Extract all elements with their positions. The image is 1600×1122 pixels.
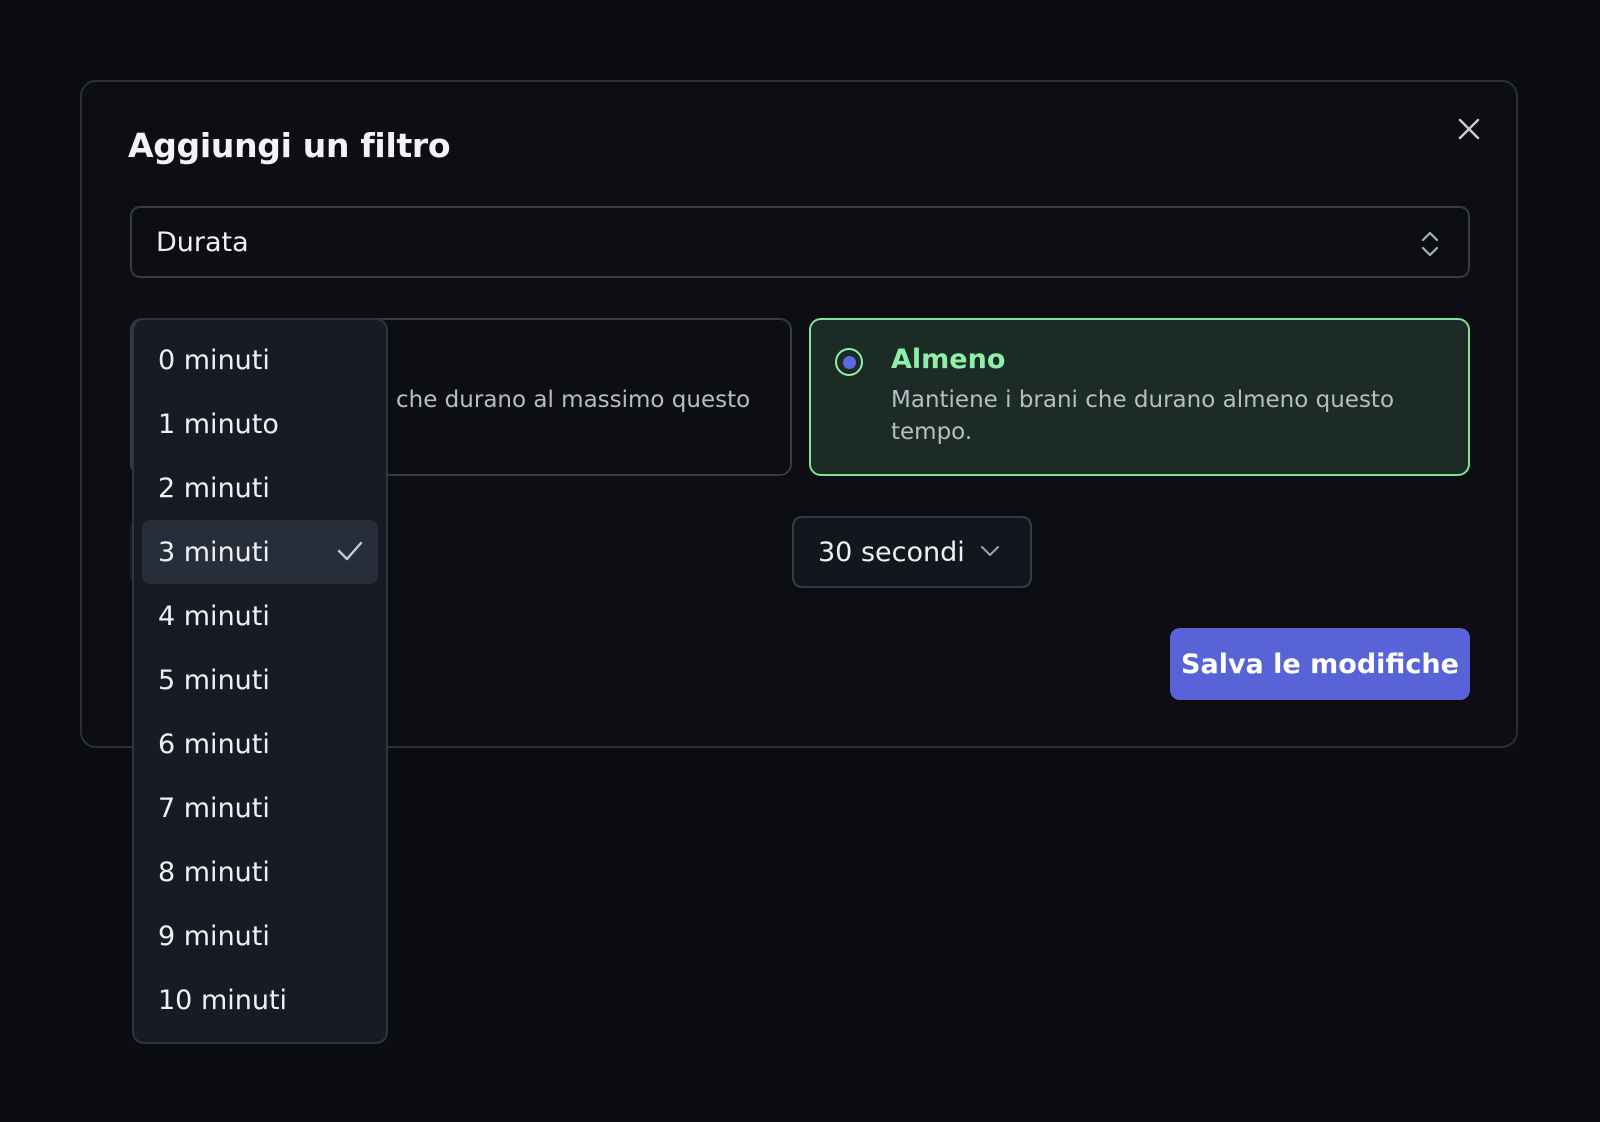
chevron-down-icon: [981, 546, 999, 556]
option-card-at-least[interactable]: Almeno Mantiene i brani che durano almen…: [809, 318, 1470, 476]
minutes-dropdown: 0 minuti 1 minuto 2 minuti 3 minuti 4 mi…: [132, 318, 388, 1044]
dropdown-option[interactable]: 10 minuti: [142, 968, 378, 1032]
dropdown-option[interactable]: 5 minuti: [142, 648, 378, 712]
modal-title: Aggiungi un filtro: [128, 126, 451, 165]
option-text: 10 minuti: [158, 984, 288, 1016]
option-description: Mantiene i brani che durano almeno quest…: [891, 387, 1395, 445]
dropdown-option[interactable]: 0 minuti: [142, 328, 378, 392]
dropdown-option-selected[interactable]: 3 minuti: [142, 520, 378, 584]
seconds-value: 30 secondi: [818, 536, 965, 568]
chevron-up-down-icon: [1421, 231, 1439, 257]
option-text: 5 minuti: [158, 664, 270, 696]
radio-selected-icon[interactable]: [835, 348, 863, 376]
option-text: 4 minuti: [158, 600, 270, 632]
option-text: 6 minuti: [158, 728, 270, 760]
seconds-select[interactable]: 30 secondi: [792, 516, 1032, 588]
close-icon: [1458, 118, 1480, 140]
save-button[interactable]: Salva le modifiche: [1170, 628, 1470, 700]
option-description: che durano al massimo questo: [396, 387, 751, 413]
option-text: 8 minuti: [158, 856, 270, 888]
dropdown-option[interactable]: 9 minuti: [142, 904, 378, 968]
option-text: 2 minuti: [158, 472, 270, 504]
dropdown-option[interactable]: 8 minuti: [142, 840, 378, 904]
filter-type-value: Durata: [156, 226, 249, 258]
option-text: 3 minuti: [158, 536, 270, 568]
dropdown-option[interactable]: 2 minuti: [142, 456, 378, 520]
dropdown-option[interactable]: 4 minuti: [142, 584, 378, 648]
option-text: 1 minuto: [158, 408, 279, 440]
close-button[interactable]: [1454, 114, 1484, 144]
check-icon: [337, 541, 363, 561]
dropdown-option[interactable]: 1 minuto: [142, 392, 378, 456]
option-text: 9 minuti: [158, 920, 270, 952]
option-text: 7 minuti: [158, 792, 270, 824]
option-text: 0 minuti: [158, 344, 270, 376]
option-label: Almeno: [891, 344, 1006, 375]
dropdown-option[interactable]: 6 minuti: [142, 712, 378, 776]
dropdown-option[interactable]: 7 minuti: [142, 776, 378, 840]
filter-type-select[interactable]: Durata: [130, 206, 1470, 278]
